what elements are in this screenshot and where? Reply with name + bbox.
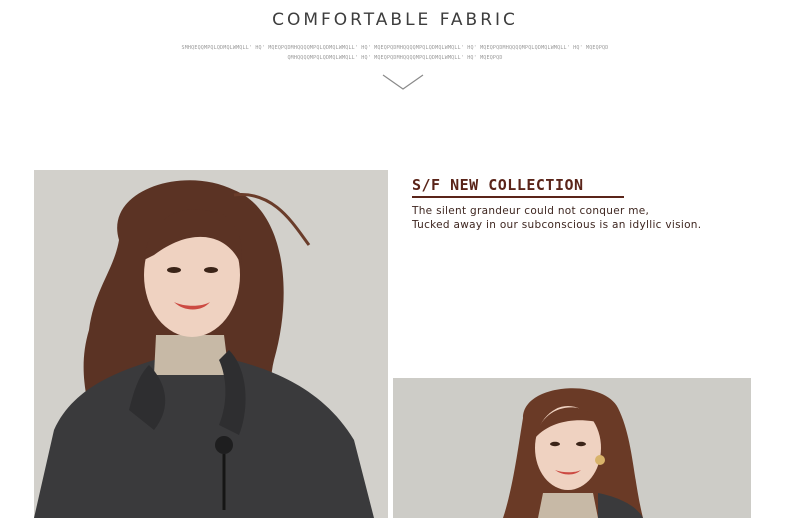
collection-tagline-1: The silent grandeur could not conquer me…	[412, 205, 650, 217]
collection-title: S/F NEW COLLECTION	[412, 176, 584, 194]
model-photo-secondary	[393, 378, 751, 518]
model-photo-main	[34, 170, 388, 518]
chevron-down-icon	[382, 74, 424, 90]
collection-underline	[412, 196, 624, 198]
decorative-filler-text: QMHQQQQMPQLQDMQLWMQLL' HQ' MQEQPQDMHQQQQ…	[287, 55, 503, 61]
collection-tagline-2: Tucked away in our subconscious is an id…	[412, 219, 702, 231]
decorative-filler-text: SMHQEQQMPQLQDMQLWMQLL' HQ' MQEQPQDMHQQQQ…	[181, 45, 609, 51]
page-title: COMFORTABLE FABRIC	[272, 10, 518, 30]
